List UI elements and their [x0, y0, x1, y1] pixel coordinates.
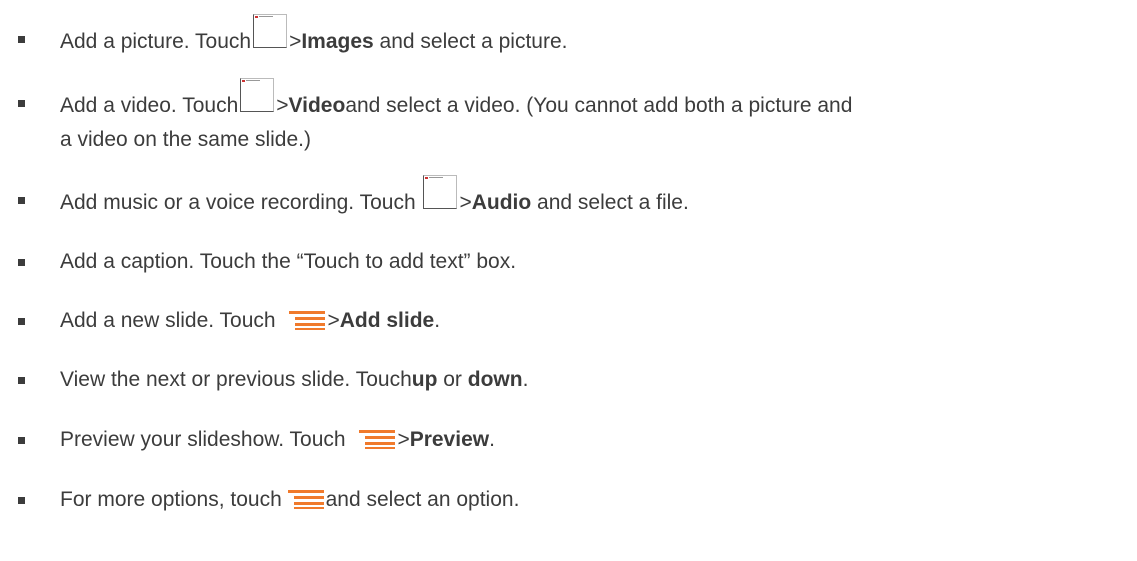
item-text: View the next or previous slide. Touch: [60, 368, 412, 391]
attach-icon: [421, 175, 459, 213]
item-text: .: [434, 309, 441, 332]
list-item-line: Add a new slide. Touch >Add slide.: [60, 304, 1120, 338]
attach-icon: [251, 14, 289, 52]
menu-option-images: Images: [301, 30, 374, 53]
list-item-line: Add a video. Touch >Videoand select a vid…: [60, 78, 1120, 123]
list-item: View the next or previous slide. Touchup…: [18, 363, 1120, 397]
document-page: Add a picture. Touch >Images and select a…: [0, 0, 1137, 561]
list-item: Add a picture. Touch >Images and select a…: [18, 14, 1120, 59]
list-item-line: View the next or previous slide. Touchup…: [60, 363, 1120, 397]
list-item-line-continued: a video on the same slide.): [60, 128, 311, 151]
separator-text: >: [276, 94, 289, 117]
item-text: and select a picture.: [373, 30, 568, 53]
separator-text: >: [397, 428, 410, 451]
bullet-marker: [18, 497, 25, 504]
menu-option-add-slide: Add slide: [339, 309, 435, 332]
item-text: and select a file.: [531, 191, 689, 214]
separator-text: >: [327, 309, 340, 332]
bullet-marker: [18, 259, 25, 266]
bullet-marker: [18, 100, 25, 107]
menu-icon: [359, 430, 396, 449]
list-item-line: Add a picture. Touch >Images and select a…: [60, 14, 1120, 59]
separator-text: >: [289, 30, 302, 53]
bullet-marker: [18, 197, 25, 204]
list-item-line: Add music or a voice recording. Touch >A…: [60, 175, 1120, 220]
action-up: up: [411, 368, 438, 391]
item-text: and select an option.: [325, 488, 520, 511]
bullet-marker: [18, 437, 25, 444]
list-item-line: For more options, touch and select an op…: [60, 483, 1120, 517]
item-text: and select a video. (You cannot add both…: [345, 94, 853, 117]
item-text: Add music or a voice recording. Touch: [60, 191, 422, 214]
item-text: or: [437, 368, 468, 391]
separator-text: >: [459, 191, 472, 214]
attach-icon: [238, 78, 276, 116]
menu-option-video: Video: [288, 94, 346, 117]
bullet-marker: [18, 377, 25, 384]
item-text: For more options, touch: [60, 488, 288, 511]
list-item: For more options, touch and select an op…: [18, 483, 1120, 517]
item-text: .: [489, 428, 495, 451]
menu-icon: [287, 490, 324, 509]
list-item: Add a new slide. Touch >Add slide.: [18, 304, 1120, 338]
menu-option-preview: Preview: [409, 428, 490, 451]
item-text: Preview your slideshow. Touch: [60, 428, 352, 451]
bullet-marker: [18, 36, 25, 43]
list-item: Preview your slideshow. Touch >Preview.: [18, 423, 1120, 457]
list-item-line: Preview your slideshow. Touch >Preview.: [60, 423, 1120, 457]
item-text: Add a picture. Touch: [60, 30, 252, 53]
list-item: Add a caption. Touch the “Touch to add t…: [18, 245, 1120, 279]
item-text: .: [522, 368, 529, 391]
list-item: Add music or a voice recording. Touch >A…: [18, 175, 1120, 220]
action-down: down: [467, 368, 523, 391]
item-text: Add a video. Touch: [60, 94, 239, 117]
list-item: Add a video. Touch >Videoand select a vid…: [18, 78, 1120, 157]
list-item-line: Add a caption. Touch the “Touch to add t…: [60, 250, 517, 273]
menu-icon: [289, 311, 326, 330]
menu-option-audio: Audio: [471, 191, 532, 214]
item-text: Add a new slide. Touch: [60, 309, 282, 332]
bullet-marker: [18, 318, 25, 325]
